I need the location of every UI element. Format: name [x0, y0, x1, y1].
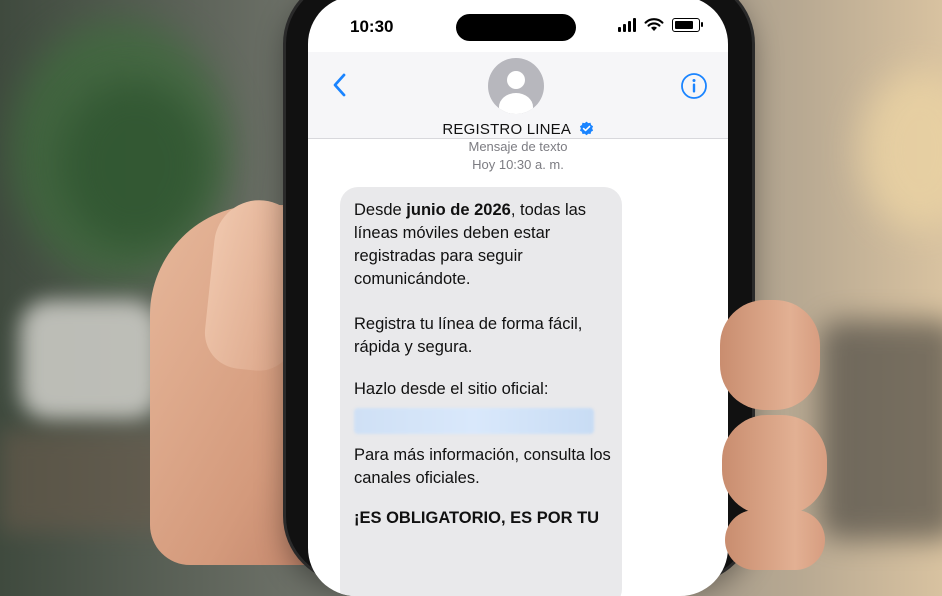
contact-name-row[interactable]: REGISTRO LINEA	[308, 121, 728, 138]
dynamic-island	[456, 14, 576, 41]
hand-finger-2	[722, 415, 827, 515]
message-paragraph-5: ¡ES OBLIGATORIO, ES POR TU	[354, 509, 600, 527]
wifi-icon	[644, 18, 664, 31]
blurred-link[interactable]	[354, 408, 594, 434]
cellular-signal-icon	[618, 18, 636, 32]
hand-finger-3	[725, 510, 825, 570]
status-time: 10:30	[350, 17, 394, 36]
message-p1-pre: Desde	[354, 201, 407, 219]
hand-finger-1	[720, 300, 820, 410]
contact-avatar[interactable]	[488, 58, 544, 114]
person-silhouette-icon	[507, 71, 525, 89]
phone-screen: 10:30 REGISTRO LINEA Mensaje de texto Ho…	[308, 0, 728, 596]
conversation-header: REGISTRO LINEA	[308, 52, 728, 139]
message-paragraph-2: Registra tu línea de forma fácil, rápida…	[354, 315, 583, 356]
message-bubble[interactable]: Desde junio de 2026, todas las líneas mó…	[340, 187, 622, 596]
avatar-body	[499, 93, 533, 114]
message-p1-bold: junio de 2026	[406, 201, 511, 219]
message-timestamp: Hoy 10:30 a. m.	[472, 157, 564, 172]
chevron-left-icon[interactable]	[328, 70, 352, 100]
thread-meta: Mensaje de texto Hoy 10:30 a. m.	[308, 138, 728, 174]
phone-frame: 10:30 REGISTRO LINEA Mensaje de texto Ho…	[286, 0, 752, 596]
message-paragraph-4: Para más información, consulta los canal…	[354, 446, 611, 487]
background-pot	[20, 300, 160, 420]
background-plant-leaves	[60, 80, 210, 250]
message-paragraph-1: Desde junio de 2026, todas las líneas mó…	[354, 199, 614, 291]
message-type-label: Mensaje de texto	[468, 139, 568, 154]
message-paragraph-3: Hazlo desde el sitio oficial:	[354, 380, 549, 398]
status-icons	[618, 18, 703, 32]
contact-name: REGISTRO LINEA	[442, 121, 571, 138]
background-lamp	[860, 70, 942, 230]
verified-badge-icon	[579, 121, 593, 136]
background-object	[820, 320, 942, 540]
battery-icon	[672, 18, 703, 32]
info-circle-icon[interactable]	[680, 72, 708, 100]
